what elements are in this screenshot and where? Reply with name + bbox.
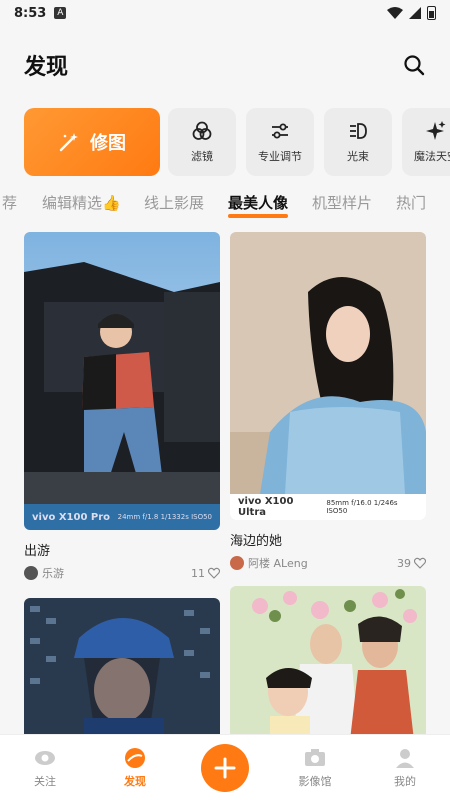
tool-beam[interactable]: 光束 (324, 108, 392, 176)
post-title: 出游 (24, 544, 51, 559)
camera-icon (305, 749, 325, 766)
person-icon (396, 749, 414, 768)
exif-brand: vivo X100 Pro (32, 511, 111, 523)
tab-editor-picks[interactable]: 编辑精选👍 (42, 192, 121, 213)
avatar[interactable] (230, 556, 244, 570)
signal-icon (409, 7, 421, 19)
tool-magic-sky-label: 魔法天空 (414, 150, 450, 163)
avatar[interactable] (24, 566, 38, 580)
magic-wand-icon (59, 133, 78, 152)
tool-filter[interactable]: 滤镜 (168, 108, 236, 176)
tools-row: 修图 滤镜 专业调节 光束 魔法天空 (24, 108, 450, 176)
beam-icon (350, 123, 367, 139)
post-author[interactable]: 乐游 (42, 565, 64, 581)
plus-icon (214, 757, 236, 779)
exif-bar: vivo X100 Ultra 85mm f/16.0 1/246s ISO50 (230, 494, 426, 520)
like-count: 11 (191, 566, 205, 580)
heart-icon (414, 557, 426, 569)
wifi-icon (387, 7, 403, 19)
post-photo-costume-portrait (24, 598, 220, 734)
tabbar-follow-label: 关注 (34, 775, 56, 788)
tab-popular[interactable]: 热门 (396, 192, 426, 213)
like-count: 39 (397, 556, 411, 570)
heart-icon (208, 567, 220, 579)
exif-spec: 24mm f/1.8 1/1332s ISO50 (117, 513, 212, 521)
post-photo[interactable]: vivo X100 Pro 24mm f/1.8 1/1332s ISO50 (24, 232, 220, 530)
sliders-icon (272, 123, 288, 139)
exif-spec: 85mm f/16.0 1/246s ISO50 (326, 499, 398, 515)
photo-feed: vivo X100 Pro 24mm f/1.8 1/1332s ISO50 出… (0, 232, 450, 734)
post-photo-family (230, 586, 426, 734)
tool-filter-label: 滤镜 (191, 150, 213, 163)
exif-brand: vivo X100 Ultra (238, 496, 294, 518)
post-photo[interactable] (230, 586, 426, 734)
post-card[interactable] (24, 598, 220, 734)
tabbar-mine[interactable]: 我的 (375, 747, 435, 789)
bottom-tab-bar: 关注 发现 影像馆 我的 (0, 734, 450, 800)
active-tab-indicator (228, 214, 288, 218)
status-icons (387, 6, 436, 20)
retouch-button[interactable]: 修图 (24, 108, 160, 176)
tabbar-follow[interactable]: 关注 (15, 747, 75, 789)
post-photo-car-scene (24, 232, 220, 530)
post-title: 海边的她 (230, 534, 283, 549)
tab-recommend[interactable]: 荐 (2, 192, 17, 213)
post-card[interactable]: vivo X100 Pro 24mm f/1.8 1/1332s ISO50 出… (24, 232, 220, 581)
tool-magic-sky[interactable]: 魔法天空 (402, 108, 450, 176)
post-card[interactable] (230, 586, 426, 734)
post-meta: 乐游 11 (24, 565, 220, 581)
search-icon[interactable] (402, 53, 426, 77)
post-author[interactable]: 阿楼 ALeng (248, 555, 308, 571)
exif-bar: vivo X100 Pro 24mm f/1.8 1/1332s ISO50 (24, 504, 220, 530)
tabbar-gallery-label: 影像馆 (298, 775, 332, 788)
category-tabs: 荐 编辑精选👍 线上影展 最美人像 机型样片 热门 (0, 186, 450, 226)
status-bar: 8:53 A (0, 0, 450, 26)
tab-online-exhibition[interactable]: 线上影展 (144, 192, 204, 213)
notification-app-icon: A (54, 7, 67, 19)
post-card[interactable]: vivo X100 Ultra 85mm f/16.0 1/246s ISO50… (230, 232, 426, 571)
like-button[interactable]: 11 (191, 567, 220, 580)
discover-icon (125, 748, 145, 768)
tabbar-mine-label: 我的 (394, 775, 416, 788)
page-header: 发现 (0, 40, 450, 90)
like-button[interactable]: 39 (397, 557, 426, 570)
tool-pro-adjust[interactable]: 专业调节 (246, 108, 314, 176)
post-photo-beach-portrait (230, 232, 426, 520)
sparkle-icon (426, 121, 446, 140)
battery-icon (427, 6, 436, 20)
status-time: 8:53 (14, 5, 47, 21)
post-meta: 阿楼 ALeng 39 (230, 555, 426, 571)
tabbar-gallery[interactable]: 影像馆 (285, 747, 345, 789)
eye-icon (35, 751, 55, 765)
post-photo[interactable]: vivo X100 Ultra 85mm f/16.0 1/246s ISO50 (230, 232, 426, 520)
post-photo[interactable] (24, 598, 220, 734)
tool-pro-adjust-label: 专业调节 (258, 150, 302, 163)
create-post-button[interactable] (201, 744, 249, 792)
tab-device-samples[interactable]: 机型样片 (312, 192, 372, 213)
retouch-label: 修图 (90, 133, 126, 154)
tabbar-discover-label: 发现 (124, 775, 146, 788)
tab-portrait[interactable]: 最美人像 (228, 192, 288, 213)
tool-beam-label: 光束 (347, 150, 369, 163)
tabbar-discover[interactable]: 发现 (105, 747, 165, 789)
page-title: 发现 (24, 55, 69, 80)
filter-icon (192, 121, 212, 140)
